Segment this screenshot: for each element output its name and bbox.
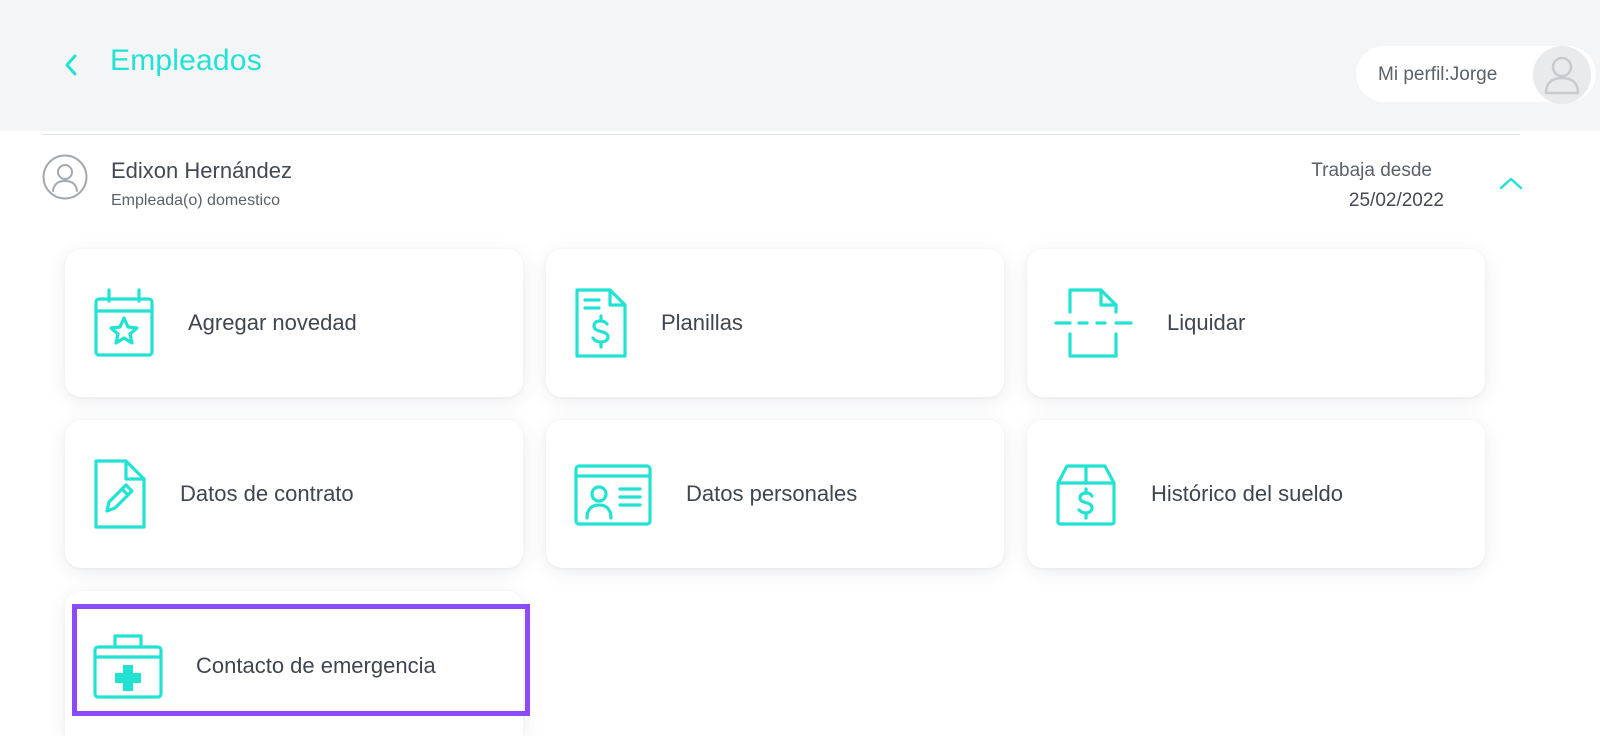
profile-label: Mi perfil:Jorge — [1378, 64, 1498, 85]
chevron-left-icon — [65, 54, 77, 76]
action-label: Liquidar — [1167, 310, 1246, 335]
employee-avatar — [42, 154, 88, 200]
action-label: Datos de contrato — [180, 481, 354, 506]
collapse-button[interactable] — [1496, 170, 1526, 196]
action-card-historico-sueldo[interactable]: Histórico del sueldo — [1027, 420, 1485, 568]
page-title: Empleados — [110, 44, 262, 77]
header-divider — [42, 134, 1520, 135]
user-icon — [1544, 56, 1580, 95]
action-card-liquidar[interactable]: Liquidar — [1027, 249, 1485, 397]
action-label: Contacto de emergencia — [196, 653, 436, 678]
employee-name: Edixon Hernández — [111, 158, 293, 183]
box-dollar-icon — [1056, 464, 1116, 526]
id-card-icon — [574, 464, 652, 526]
action-label: Histórico del sueldo — [1151, 481, 1343, 506]
employment-since-date: 25/02/2022 — [1348, 190, 1444, 211]
first-aid-kit-icon — [93, 634, 163, 699]
back-button[interactable] — [58, 50, 84, 80]
action-card-agregar-novedad[interactable]: Agregar novedad — [65, 249, 523, 397]
document-dollar-icon — [575, 288, 627, 358]
employee-role: Empleada(o) domestico — [111, 192, 280, 209]
calendar-star-icon — [94, 288, 154, 357]
action-card-datos-contrato[interactable]: Datos de contrato — [65, 420, 523, 568]
profile-avatar[interactable] — [1533, 46, 1591, 104]
document-cut-icon — [1054, 288, 1133, 358]
action-label: Agregar novedad — [188, 310, 357, 335]
action-card-contacto-emergencia[interactable]: Contacto de emergencia — [65, 591, 523, 736]
action-label: Datos personales — [686, 481, 858, 506]
document-pencil-icon — [94, 459, 146, 529]
user-circle-icon — [42, 154, 88, 200]
chevron-up-icon — [1499, 177, 1523, 190]
employment-since-label: Trabaja desde — [1311, 160, 1432, 181]
action-label: Planillas — [661, 310, 743, 335]
action-card-datos-personales[interactable]: Datos personales — [546, 420, 1004, 568]
action-card-planillas[interactable]: Planillas — [546, 249, 1004, 397]
